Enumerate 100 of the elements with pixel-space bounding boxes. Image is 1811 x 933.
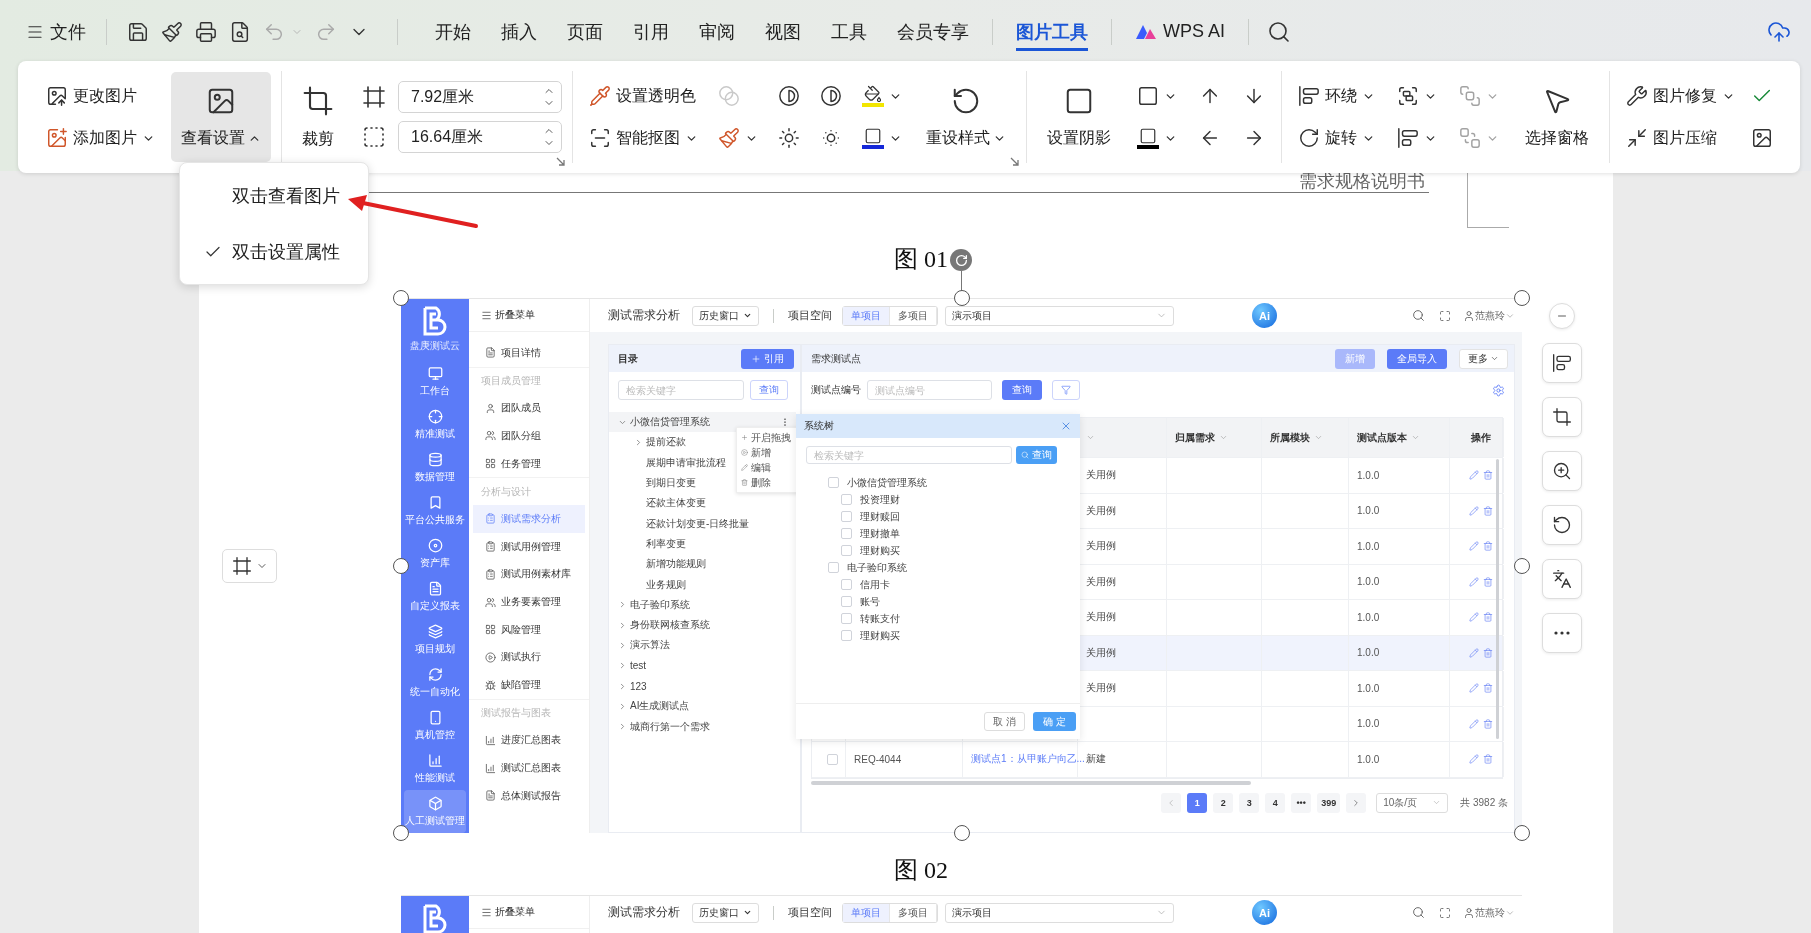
sidebar-item[interactable]: 资产库 [404, 532, 466, 576]
nav-item[interactable]: 测试汇总图表 [473, 754, 585, 782]
query-button[interactable]: 查询 [750, 380, 788, 400]
ribbon-tab[interactable]: WPS AI [1135, 15, 1225, 49]
tree-item[interactable]: 城商行第一个需求 [609, 716, 796, 737]
add-button[interactable]: 引用 [741, 348, 794, 369]
page-size-select[interactable]: 10条/页 [1376, 792, 1449, 813]
tree-item[interactable]: 利率变更 [609, 533, 796, 555]
tree-item[interactable]: 新增功能规则 [609, 554, 796, 575]
nav-item[interactable]: 测试用例管理 [473, 532, 585, 561]
nav-item[interactable]: 团队分组 [473, 422, 585, 450]
sidebar-item[interactable]: 真机管控 [404, 704, 466, 748]
sidebar-item[interactable]: 自定义报表 [404, 575, 466, 619]
history-select[interactable]: 历史窗口 [692, 902, 759, 923]
width-field[interactable]: 16.64厘米 [398, 121, 562, 153]
nav-item[interactable]: 风险管理 [473, 615, 585, 644]
ribbon-tab[interactable]: 图片工具 [1016, 13, 1088, 51]
file-menu[interactable]: 文件 [20, 16, 92, 48]
crop-button[interactable]: 裁剪 [292, 72, 344, 162]
collapse-menu-label[interactable]: 折叠菜单 [495, 905, 535, 919]
view-settings-button[interactable]: 查看设置 [171, 72, 271, 162]
picture-repair-button[interactable]: 图片修复 [1620, 79, 1741, 113]
rotate-button[interactable]: 旋转 [1292, 121, 1381, 155]
ribbon-tab[interactable]: 引用 [633, 13, 669, 51]
nav-item[interactable]: 测试执行 [473, 643, 585, 672]
search-field[interactable]: 检索关键字 [618, 380, 744, 400]
figure-caption: 图 02 [894, 856, 948, 885]
ribbon-tab[interactable]: 开始 [435, 13, 471, 51]
user-name[interactable]: 范燕玲 [1475, 905, 1505, 920]
project-select[interactable]: 演示项目 [945, 902, 1174, 923]
nav-item[interactable]: 项目详情 [473, 339, 585, 367]
nav-item[interactable]: 缺陷管理 [473, 671, 585, 699]
menu-item[interactable]: 双击设置属性 [180, 224, 368, 280]
cancel-button[interactable]: 取 消 [984, 712, 1026, 731]
table-row[interactable]: REQ-4044 测试点1：从甲账户向乙...新建 1.0.0 [812, 742, 1502, 778]
menu-item[interactable]: 新增 [737, 445, 801, 460]
nav-item[interactable]: 测试用例素材库 [473, 560, 585, 589]
column-header[interactable]: 测试点版本 [1349, 418, 1450, 457]
query-button[interactable]: 查询 [1002, 380, 1042, 400]
mode-tab[interactable]: 单项目 [843, 306, 890, 325]
ribbon-tab[interactable]: 页面 [567, 13, 603, 51]
tree-item[interactable]: 还款计划变更-日终批量 [609, 513, 796, 534]
tree-item[interactable]: 身份联网核查系统 [609, 614, 796, 636]
search-field[interactable]: 检索关键字 [806, 446, 1012, 464]
sidebar-item[interactable]: 性能测试 [404, 747, 466, 791]
nav-item[interactable]: 业务要素管理 [473, 588, 585, 616]
tree-item[interactable]: 123 [609, 675, 796, 697]
sidebar-item[interactable]: 精准测试 [404, 403, 466, 447]
height-field[interactable]: 7.92厘米 [398, 81, 562, 113]
set-shadow-button[interactable]: 设置阴影 [1037, 72, 1121, 162]
page-button[interactable]: 2 [1213, 792, 1234, 813]
ribbon-tab[interactable]: 视图 [765, 13, 801, 51]
ribbon-tab[interactable]: 会员专享 [897, 13, 969, 51]
space-label: 项目空间 [788, 308, 832, 323]
page-button[interactable]: 1 [1187, 792, 1208, 813]
toolbar-button[interactable]: 全局导入 [1387, 348, 1447, 369]
ribbon-tab[interactable]: 工具 [831, 13, 867, 51]
page-button[interactable]: 3 [1239, 792, 1260, 813]
collapse-menu-label[interactable]: 折叠菜单 [495, 308, 535, 322]
tree-item[interactable]: 小微信贷管理系统 [609, 412, 796, 433]
column-header[interactable]: 所属模块 [1262, 418, 1349, 457]
page-button[interactable]: ••• [1291, 792, 1312, 813]
sidebar-item[interactable]: 工作台 [404, 360, 466, 404]
test-point-link[interactable]: 测试点1：从甲账户向乙... [971, 752, 1085, 767]
column-header[interactable]: 归属需求 [1167, 418, 1262, 457]
sidebar-item[interactable]: 数据管理 [404, 446, 466, 490]
menu-item[interactable]: 开启拖拽 [737, 430, 801, 445]
page-button[interactable]: 399 [1317, 792, 1341, 813]
set-transparent-button[interactable]: 设置透明色 [583, 79, 704, 113]
change-picture-button[interactable]: 更改图片 [40, 79, 161, 113]
tree-item[interactable]: 电子验印系统 [609, 594, 796, 615]
user-name[interactable]: 范燕玲 [1475, 308, 1505, 323]
smart-cutout-button[interactable]: 智能抠图 [583, 121, 704, 155]
selection-pane-button[interactable]: 选择窗格 [1515, 72, 1599, 162]
nav-item[interactable]: 团队成员 [473, 394, 585, 423]
history-select[interactable]: 历史窗口 [692, 305, 759, 326]
tree-item[interactable]: 业务规则 [609, 574, 796, 595]
ribbon-tab[interactable]: 审阅 [699, 13, 735, 51]
tree-item[interactable]: 演示算法 [609, 635, 796, 656]
nav-item[interactable]: 进度汇总图表 [473, 726, 585, 755]
menu-item[interactable]: 编辑 [737, 460, 801, 475]
mode-tab[interactable]: 单项目 [843, 903, 890, 922]
sidebar-item[interactable]: 项目规划 [404, 618, 466, 662]
picture-compress-button[interactable]: 图片压缩 [1620, 121, 1741, 155]
nav-item[interactable]: 总体测试报告 [473, 782, 585, 810]
project-select[interactable]: 演示项目 [945, 305, 1174, 326]
reset-style-button[interactable]: 重设样式 [916, 72, 1016, 162]
page-button[interactable]: 4 [1265, 792, 1286, 813]
add-picture-button[interactable]: 添加图片 [40, 121, 161, 155]
nav-item[interactable]: 测试需求分析 [473, 505, 585, 533]
ribbon-tab[interactable]: 插入 [501, 13, 537, 51]
sidebar-item[interactable]: 平台公共服务 [404, 489, 466, 533]
nav-item[interactable]: 任务管理 [473, 449, 585, 478]
sidebar-item[interactable]: 统一自动化 [404, 661, 466, 705]
tree-item[interactable]: 还款主体变更 [609, 493, 796, 514]
more-button[interactable]: 更多 [1459, 348, 1508, 369]
tree-item[interactable]: AI生成测试点 [609, 696, 796, 717]
tree-item[interactable]: test [609, 655, 796, 676]
wrap-button[interactable]: 环绕 [1292, 79, 1381, 113]
column-header[interactable]: 操作 [1450, 418, 1504, 457]
